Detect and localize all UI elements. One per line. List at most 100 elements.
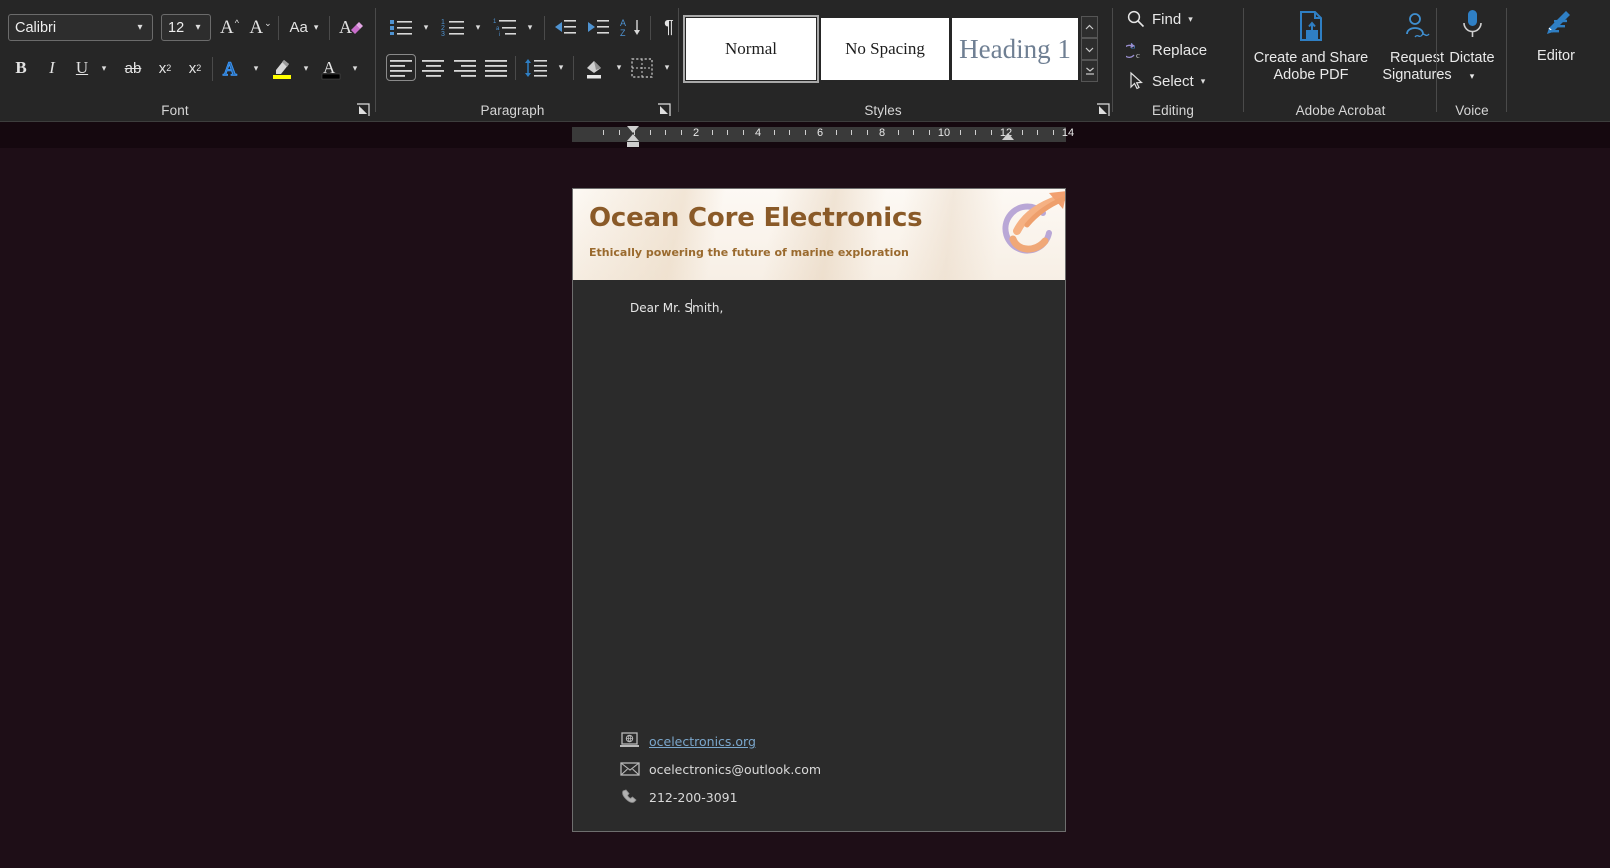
ribbon-group-acrobat: Create and Share Adobe PDF Request Signa… (1248, 0, 1452, 122)
style-normal[interactable]: Normal (683, 15, 819, 83)
line-spacing-button[interactable] (521, 54, 551, 81)
find-button[interactable]: Find ▾ (1126, 6, 1193, 32)
ribbon-group-paragraph: ▾ 1 2 3 ▾ 1 a i ▾ A Z ¶ ▾ ▾ ▾ Paragraph (380, 0, 675, 122)
ribbon-group-voice: Dictate ▾ Voice (1441, 0, 1503, 122)
paragraph-group-label: Paragraph (480, 103, 545, 118)
superscript-button[interactable]: x2 (182, 55, 208, 81)
clear-formatting-button[interactable]: A (336, 13, 366, 41)
bullets-chevron-down-icon[interactable]: ▾ (419, 16, 433, 38)
font-name-value: Calibri (15, 19, 57, 36)
find-label: Find (1152, 10, 1182, 28)
find-chevron-down-icon[interactable]: ▾ (1188, 14, 1193, 25)
subscript-button[interactable]: x2 (152, 55, 178, 81)
borders-chevron-down-icon[interactable]: ▾ (660, 56, 674, 78)
document-canvas[interactable]: Ocean Core Electronics Ethically powerin… (0, 148, 1610, 868)
ruler-tick (835, 130, 837, 135)
text-highlight-button[interactable] (268, 54, 296, 82)
replace-icon: b c (1126, 41, 1140, 60)
underline-button[interactable]: U (70, 55, 94, 81)
document-body[interactable]: Dear Mr. Smith, ocelectronics.org ocelec… (573, 280, 1065, 831)
select-chevron-down-icon[interactable]: ▾ (1201, 76, 1206, 87)
font-color-button[interactable]: A (317, 54, 345, 82)
create-and-share-adobe-pdf-button[interactable]: Create and Share Adobe PDF (1252, 10, 1370, 84)
style-no-spacing-label: No Spacing (845, 39, 925, 58)
strikethrough-label: ab (124, 59, 142, 77)
hanging-indent-marker[interactable] (627, 134, 639, 141)
ruler-tick (665, 130, 666, 135)
change-case-button[interactable]: Aa ▾ (284, 15, 324, 40)
website-link[interactable]: ocelectronics.org (649, 734, 756, 749)
text-effects-chevron-down-icon[interactable]: ▾ (249, 57, 263, 79)
grow-font-button[interactable]: A ^ (216, 15, 242, 40)
decrease-indent-button[interactable] (550, 14, 580, 40)
line-spacing-chevron-down-icon[interactable]: ▾ (554, 56, 568, 78)
justify-button[interactable] (481, 54, 511, 81)
ribbon-group-editor: Editor (1511, 0, 1607, 122)
ruler[interactable]: 2 4 6 8 10 12 14 (0, 122, 1610, 148)
shading-button[interactable] (579, 54, 609, 81)
align-center-button[interactable] (418, 54, 448, 81)
borders-button[interactable] (627, 54, 657, 81)
styles-dialog-launcher[interactable] (1095, 102, 1111, 118)
select-button[interactable]: Select ▾ (1126, 68, 1205, 94)
align-left-button[interactable] (386, 54, 416, 81)
superscript-label: x (188, 59, 197, 77)
multilevel-chevron-down-icon[interactable]: ▾ (523, 16, 537, 38)
ruler-number: 10 (937, 127, 951, 139)
ruler-tick (789, 130, 790, 135)
highlight-chevron-down-icon[interactable]: ▾ (299, 57, 313, 79)
numbering-chevron-down-icon[interactable]: ▾ (471, 16, 485, 38)
right-indent-marker[interactable] (1002, 133, 1014, 140)
numbering-button[interactable]: 1 2 3 (438, 14, 468, 40)
bullets-button[interactable] (386, 14, 416, 40)
first-line-indent-marker[interactable] (627, 126, 639, 133)
text-effects-button[interactable]: A A (218, 54, 246, 82)
ruler-tick (913, 130, 914, 135)
font-dialog-launcher[interactable] (355, 102, 371, 118)
style-normal-label: Normal (725, 39, 777, 58)
style-heading-1[interactable]: Heading 1 (952, 18, 1078, 80)
phone-text: 212-200-3091 (649, 789, 738, 805)
increase-indent-button[interactable] (583, 14, 613, 40)
dictate-chevron-down-icon[interactable]: ▾ (1470, 68, 1475, 85)
shading-chevron-down-icon[interactable]: ▾ (612, 56, 626, 78)
left-indent-marker[interactable] (627, 142, 639, 147)
svg-text:A: A (620, 18, 626, 28)
align-right-button[interactable] (450, 54, 480, 81)
strikethrough-button[interactable]: ab (119, 55, 147, 81)
paragraph-dialog-launcher[interactable] (656, 102, 672, 118)
editor-button[interactable]: Editor (1511, 8, 1601, 65)
font-name-combo[interactable]: Calibri ▾ (8, 14, 153, 41)
create-pdf-line1: Create and Share (1253, 50, 1369, 66)
subscript-label: x (158, 59, 167, 77)
font-color-chevron-down-icon[interactable]: ▾ (348, 57, 362, 79)
italic-button[interactable]: I (39, 55, 65, 81)
font-size-combo[interactable]: 12 ▾ (161, 14, 211, 41)
sort-button[interactable]: A Z (617, 14, 647, 40)
replace-button[interactable]: b c Replace (1126, 37, 1207, 63)
style-no-spacing[interactable]: No Spacing (821, 18, 949, 80)
footer-row-phone: 212-200-3091 (619, 783, 1019, 811)
underline-options-chevron-down-icon[interactable]: ▾ (97, 57, 111, 79)
ruler-tick (804, 130, 806, 135)
dictate-button[interactable]: Dictate ▾ (1441, 8, 1503, 85)
font-group-label: Font (161, 103, 189, 118)
document-page[interactable]: Ocean Core Electronics Ethically powerin… (572, 188, 1066, 832)
chevron-down-icon[interactable]: ▾ (132, 15, 148, 40)
bold-button[interactable]: B (8, 55, 34, 81)
multilevel-list-button[interactable]: 1 a i (490, 14, 520, 40)
cursor-icon (1130, 71, 1143, 90)
styles-scroll-down-button[interactable] (1081, 38, 1098, 60)
create-pdf-line2: Adobe PDF (1273, 67, 1349, 83)
ruler-tick (928, 130, 930, 135)
highlight-icon (273, 60, 291, 79)
chevron-down-icon[interactable]: ▾ (190, 15, 206, 40)
styles-more-button[interactable] (1081, 60, 1098, 82)
styles-scroll-up-button[interactable] (1081, 16, 1098, 38)
borders-icon (631, 57, 653, 78)
justify-icon (484, 59, 507, 77)
ruler-tick (990, 130, 992, 135)
ruler-tick (1037, 130, 1038, 135)
shrink-font-button[interactable]: A ⌄ (247, 15, 273, 40)
ruler-tick (866, 130, 868, 135)
